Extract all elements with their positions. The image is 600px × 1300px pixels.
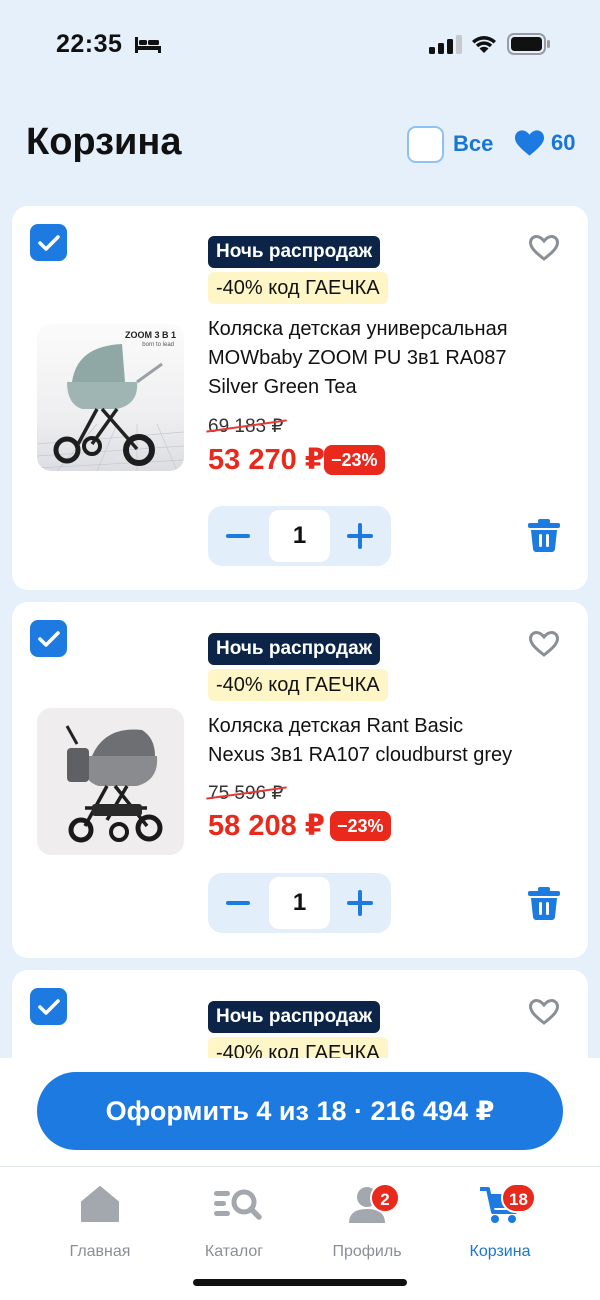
favorites-count: 60 (551, 130, 576, 155)
item-checkbox[interactable] (30, 620, 67, 657)
cart-item: Ночь распродаж -40% код ГАЕЧКА ZOOM 3 B … (12, 206, 588, 590)
quantity-value[interactable]: 1 (269, 510, 330, 562)
favorite-outline-icon[interactable] (528, 234, 560, 262)
plus-icon (347, 523, 373, 549)
sale-badge: Ночь распродаж (208, 236, 381, 268)
discount-badge: −23% (330, 811, 391, 841)
plus-icon (347, 890, 373, 916)
status-time: 22:35 (56, 30, 123, 58)
page-title: Корзина (26, 121, 182, 163)
product-image[interactable]: ZOOM 3 B 1 born to lead (37, 324, 184, 471)
bed-icon (135, 37, 161, 53)
tab-catalog[interactable]: Каталог (169, 1183, 299, 1263)
sale-badge: Ночь распродаж (208, 633, 381, 665)
decrease-button[interactable] (218, 506, 258, 566)
checkmark-icon (37, 998, 60, 1015)
favorite-outline-icon[interactable] (528, 630, 560, 658)
checkmark-icon (37, 630, 60, 647)
image-tagline-text: born to lead (142, 342, 174, 348)
quantity-stepper: 1 (208, 873, 391, 933)
promo-badge: -40% код ГАЕЧКА (208, 272, 388, 304)
price: 53 270 ₽ (208, 444, 325, 476)
status-bar: 22:35 (0, 0, 600, 90)
home-indicator (193, 1279, 407, 1286)
old-price: 69 183 ₽ (208, 416, 284, 437)
old-price: 75 596 ₽ (208, 783, 284, 804)
select-all-label[interactable]: Все (453, 131, 493, 157)
minus-icon (226, 534, 250, 538)
quantity-stepper: 1 (208, 506, 391, 566)
catalog-search-icon (214, 1189, 262, 1220)
wifi-icon (472, 36, 496, 53)
product-title[interactable]: Коляска детская универсальная MOWbaby ZO… (208, 315, 538, 402)
select-all-checkbox[interactable] (407, 126, 444, 163)
cart-badge: 18 (501, 1183, 536, 1213)
tab-cart[interactable]: 18 Корзина (435, 1183, 565, 1263)
item-checkbox[interactable] (30, 224, 67, 261)
promo-badge: -40% код ГАЕЧКА (208, 669, 388, 701)
increase-button[interactable] (340, 873, 380, 933)
favorites-button[interactable]: 60 (514, 129, 575, 157)
price: 58 208 ₽ (208, 810, 325, 842)
product-image[interactable] (37, 708, 184, 855)
tab-label: Корзина (469, 1243, 531, 1260)
image-brand-text: ZOOM 3 B 1 (124, 330, 176, 340)
heart-icon (514, 130, 545, 156)
checkmark-icon (37, 234, 60, 251)
tab-home[interactable]: Главная (35, 1183, 165, 1263)
tab-label: Профиль (332, 1243, 402, 1260)
sale-badge: Ночь распродаж (208, 1001, 381, 1033)
decrease-button[interactable] (218, 873, 258, 933)
product-title[interactable]: Коляска детская Rant Basic Nexus 3в1 RA1… (208, 712, 538, 770)
favorite-outline-icon[interactable] (528, 998, 560, 1026)
home-icon (81, 1186, 119, 1222)
stroller-image (65, 725, 163, 843)
battery-icon (507, 33, 550, 55)
checkout-button[interactable]: Оформить 4 из 18 · 216 494 ₽ (37, 1072, 563, 1150)
tab-label: Каталог (204, 1243, 264, 1260)
minus-icon (226, 901, 250, 905)
item-checkbox[interactable] (30, 988, 67, 1025)
signal-icon (429, 35, 462, 54)
tab-profile[interactable]: 2 Профиль (302, 1183, 432, 1263)
trash-icon[interactable] (526, 517, 562, 553)
checkout-area: Оформить 4 из 18 · 216 494 ₽ (0, 1058, 600, 1166)
increase-button[interactable] (340, 506, 380, 566)
discount-badge: −23% (324, 445, 385, 475)
quantity-value[interactable]: 1 (269, 877, 330, 929)
profile-badge: 2 (370, 1183, 400, 1213)
trash-icon[interactable] (526, 885, 562, 921)
tab-label: Главная (69, 1243, 131, 1260)
cart-item: Ночь распродаж -40% код ГАЕЧКА Коляска д… (12, 602, 588, 958)
